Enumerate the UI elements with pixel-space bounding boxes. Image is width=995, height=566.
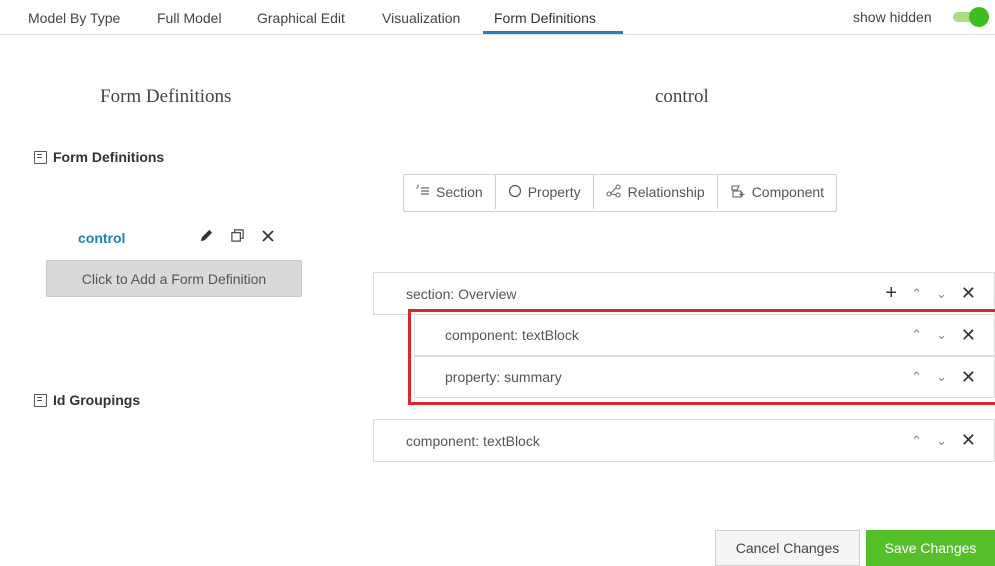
add-section-button[interactable]: Section (404, 175, 496, 209)
row-controls: ⌃ ⌄ ✕ (911, 357, 976, 397)
section-row-overview[interactable]: section: Overview + ⌃ ⌄ ✕ (373, 272, 995, 315)
toggle-knob (969, 7, 989, 27)
move-up-icon[interactable]: ⌃ (911, 286, 922, 302)
add-component-button[interactable]: Component (717, 175, 837, 209)
move-down-icon[interactable]: ⌄ (936, 369, 947, 385)
row-controls: + ⌃ ⌄ ✕ (885, 273, 976, 314)
remove-close-icon[interactable]: ✕ (961, 367, 976, 388)
list-indent-icon (416, 184, 430, 200)
add-component-label: Component (751, 184, 825, 200)
form-definitions-header: Form Definitions (34, 149, 164, 165)
top-tab-bar: Model By Type Full Model Graphical Edit … (0, 0, 995, 35)
component-row-textblock[interactable]: component: textBlock ⌃ ⌄ ✕ (414, 315, 995, 356)
edit-pencil-icon[interactable] (199, 228, 214, 248)
active-tab-indicator (483, 31, 623, 34)
tab-model-by-type[interactable]: Model By Type (28, 10, 120, 26)
tab-visualization[interactable]: Visualization (382, 10, 460, 26)
delete-close-icon[interactable] (261, 229, 275, 248)
row-controls: ⌃ ⌄ ✕ (911, 420, 976, 461)
tab-full-model[interactable]: Full Model (157, 10, 222, 26)
move-up-icon[interactable]: ⌃ (911, 369, 922, 385)
move-down-icon[interactable]: ⌄ (936, 433, 947, 449)
element-button-group: Section Property Relationship Component (403, 174, 838, 212)
relationship-icon (606, 183, 622, 201)
row-label: component: textBlock (406, 432, 540, 449)
form-definition-item-control[interactable]: control (78, 230, 125, 246)
cancel-changes-button[interactable]: Cancel Changes (715, 530, 860, 566)
remove-close-icon[interactable]: ✕ (961, 430, 976, 451)
add-property-label: Property (527, 184, 581, 200)
form-icon (34, 393, 47, 407)
id-groupings-header-label: Id Groupings (53, 392, 141, 408)
form-icon (34, 150, 47, 164)
row-label: section: Overview (406, 285, 517, 302)
tab-form-definitions[interactable]: Form Definitions (494, 10, 596, 26)
add-relationship-button[interactable]: Relationship (593, 175, 718, 209)
save-changes-button[interactable]: Save Changes (866, 530, 995, 566)
move-down-icon[interactable]: ⌄ (936, 286, 947, 302)
add-plus-icon[interactable]: + (885, 282, 897, 305)
right-panel-title: control (655, 86, 709, 107)
circle-icon (508, 184, 522, 201)
component-icon (730, 184, 746, 201)
show-hidden-label: show hidden (853, 9, 932, 25)
tab-graphical-edit[interactable]: Graphical Edit (257, 10, 345, 26)
property-row-summary[interactable]: property: summary ⌃ ⌄ ✕ (414, 356, 995, 398)
left-panel-title: Form Definitions (100, 86, 232, 107)
move-up-icon[interactable]: ⌃ (911, 433, 922, 449)
move-up-icon[interactable]: ⌃ (911, 327, 922, 343)
form-definition-actions (199, 228, 275, 248)
show-hidden-toggle[interactable] (953, 7, 991, 27)
row-label: property: summary (445, 369, 562, 385)
component-row-textblock-2[interactable]: component: textBlock ⌃ ⌄ ✕ (373, 419, 995, 462)
add-relationship-label: Relationship (627, 184, 705, 200)
row-label: component: textBlock (445, 327, 579, 343)
add-form-definition-button[interactable]: Click to Add a Form Definition (46, 260, 302, 297)
row-controls: ⌃ ⌄ ✕ (911, 315, 976, 355)
add-property-button[interactable]: Property (495, 175, 594, 209)
remove-close-icon[interactable]: ✕ (961, 325, 976, 346)
move-down-icon[interactable]: ⌄ (936, 327, 947, 343)
id-groupings-header: Id Groupings (34, 392, 140, 408)
duplicate-icon[interactable] (230, 228, 245, 248)
remove-close-icon[interactable]: ✕ (961, 283, 976, 304)
form-definitions-header-label: Form Definitions (53, 149, 165, 165)
add-section-label: Section (436, 184, 483, 200)
